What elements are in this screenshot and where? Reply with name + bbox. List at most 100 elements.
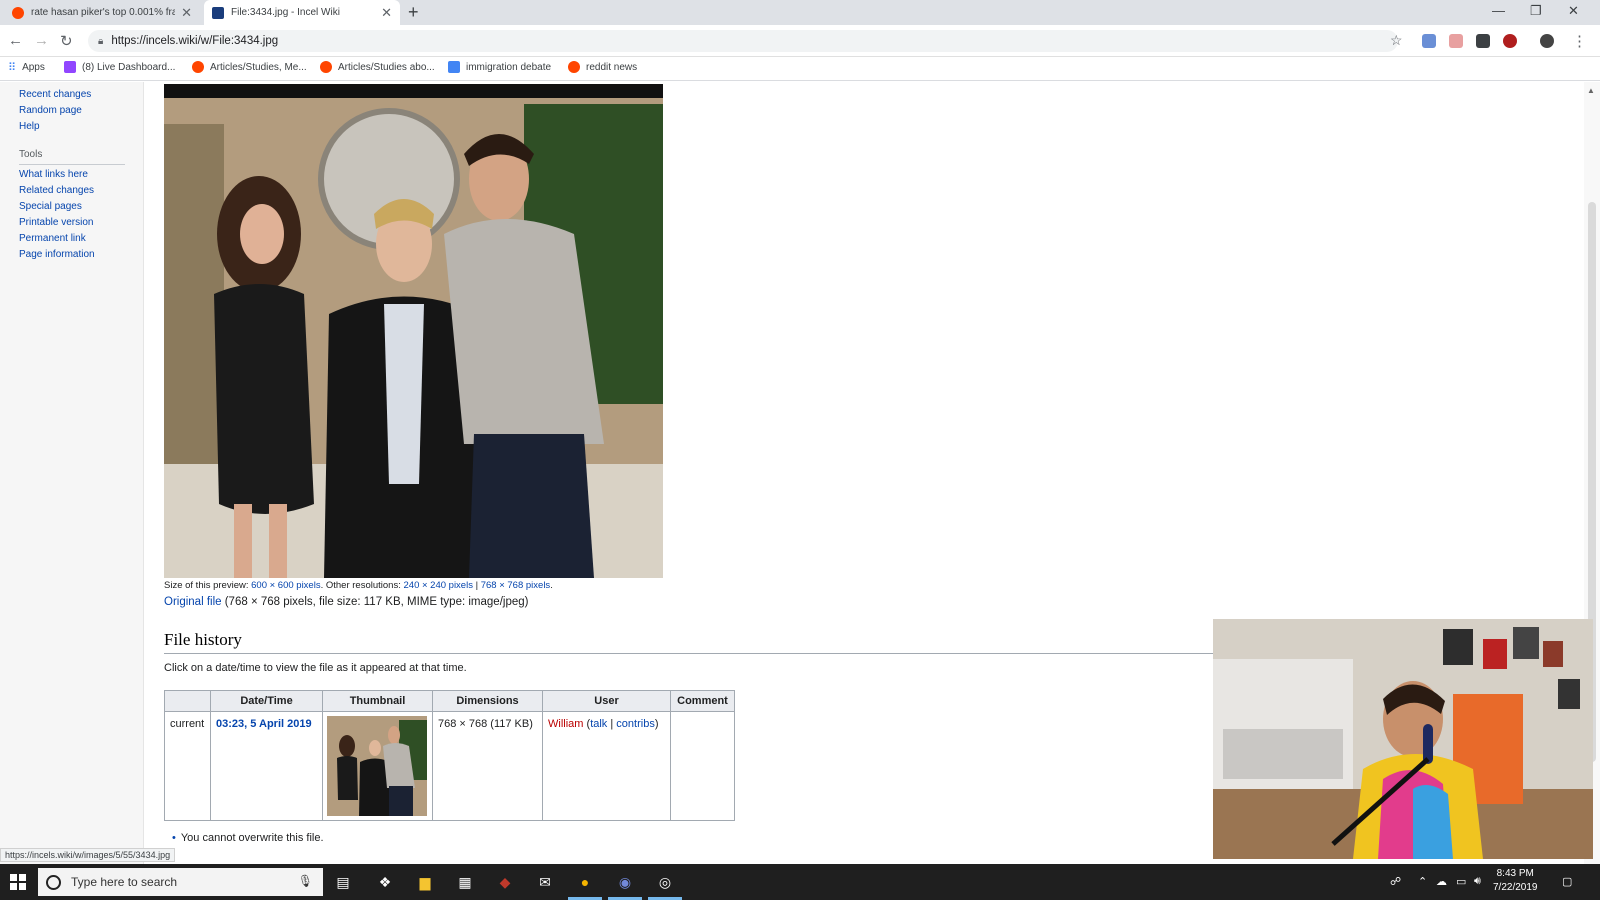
browser-toolbar: ← → ↻ 🔒︎ https://incels.wiki/w/File:3434… [0, 25, 1600, 57]
address-bar[interactable]: 🔒︎ https://incels.wiki/w/File:3434.jpg [88, 30, 1398, 52]
volume-icon[interactable]: 🔊︎ [1474, 875, 1481, 888]
window-close-icon[interactable]: ✕ [1568, 3, 1579, 19]
store-icon[interactable]: ▦ [455, 872, 475, 892]
preview-size-link[interactable]: 600 × 600 pixels [251, 580, 320, 591]
user-contribs-link[interactable]: contribs [616, 718, 655, 730]
link-hover-status: https://incels.wiki/w/images/5/55/3434.j… [0, 848, 176, 862]
new-tab-icon[interactable]: + [408, 2, 419, 23]
sidebar-recent-changes[interactable]: Recent changes [19, 89, 91, 100]
scroll-up-arrow-icon[interactable]: ▲ [1587, 86, 1595, 95]
bookmarks-bar: ⠿ Apps (8) Live Dashboard... Articles/St… [0, 57, 1600, 81]
column-header [164, 690, 211, 712]
divider [164, 653, 1214, 654]
app-icon[interactable]: ◆ [495, 872, 515, 892]
docs-icon [448, 61, 460, 73]
clock-time: 8:43 PM [1496, 868, 1534, 879]
overwrite-note: • You cannot overwrite this file. [172, 832, 324, 844]
obs-icon[interactable]: ◎ [655, 872, 675, 892]
cortana-icon [46, 874, 61, 890]
original-file-line: Original file (768 × 768 pixels, file si… [164, 596, 529, 608]
profile-avatar-icon[interactable] [1540, 34, 1554, 48]
bookmark-apps[interactable]: ⠿ Apps [8, 61, 45, 74]
tab-title: rate hasan piker's top 0.001% fra [31, 7, 176, 18]
search-placeholder: Type here to search [71, 875, 178, 889]
preview-size-line: Size of this preview: 600 × 600 pixels. … [164, 580, 553, 591]
file-history-table: Date/Time Thumbnail Dimensions User Comm… [164, 690, 735, 821]
menu-kebab-icon[interactable]: ⋮ [1572, 32, 1587, 50]
bookmark-articles-studies-1[interactable]: Articles/Studies, Me... [192, 61, 307, 73]
discord-icon[interactable]: ◉ [615, 872, 635, 892]
divider [19, 164, 125, 165]
sidebar-page-information[interactable]: Page information [19, 249, 95, 260]
reddit-icon [568, 61, 580, 73]
bookmark-reddit-news[interactable]: reddit news [568, 61, 637, 73]
minimize-icon[interactable]: — [1492, 3, 1505, 18]
bookmark-immigration-debate[interactable]: immigration debate [448, 61, 551, 73]
sidebar-random-page[interactable]: Random page [19, 105, 82, 116]
sidebar-printable-version[interactable]: Printable version [19, 217, 93, 228]
resolution-240-link[interactable]: 240 × 240 pixels [404, 580, 473, 591]
reddit-icon [12, 6, 24, 19]
ublock-icon[interactable] [1503, 34, 1517, 48]
resolution-768-link[interactable]: 768 × 768 pixels [481, 580, 550, 591]
onedrive-icon[interactable]: ☁ [1436, 875, 1447, 888]
row-comment [670, 711, 735, 821]
bookmark-live-dashboard[interactable]: (8) Live Dashboard... [64, 61, 175, 73]
reddit-icon [320, 61, 332, 73]
system-clock[interactable]: 8:43 PM 7/22/2019 [1493, 867, 1538, 895]
extension-icon[interactable] [1449, 34, 1463, 48]
file-preview-image[interactable] [164, 84, 663, 578]
tray-chevron-icon[interactable]: ⌃ [1418, 875, 1427, 888]
tab-incel-wiki[interactable]: File:3434.jpg - Incel Wiki ✕ [204, 0, 400, 25]
bullet-icon: • [172, 832, 176, 844]
apps-grid-icon: ⠿ [8, 62, 17, 74]
windows-taskbar: Type here to search 🎙︎ ▤ ❖ ▆ ▦ ◆ ✉ ● ◉ ◎… [0, 864, 1600, 900]
tab-title: File:3434.jpg - Incel Wiki [231, 7, 340, 18]
user-link[interactable]: William [548, 718, 583, 730]
sidebar-permanent-link[interactable]: Permanent link [19, 233, 86, 244]
webcam-illustration [1213, 619, 1593, 859]
column-header-comment: Comment [670, 690, 735, 712]
task-view-icon[interactable]: ▤ [333, 872, 353, 892]
bookmark-articles-studies-2[interactable]: Articles/Studies abo... [320, 61, 435, 73]
restore-icon[interactable]: ❐ [1530, 3, 1542, 19]
thumbnail-illustration [327, 716, 427, 816]
dropbox-icon[interactable]: ❖ [375, 872, 395, 892]
chrome-icon[interactable]: ● [575, 872, 595, 892]
column-header-thumbnail: Thumbnail [322, 690, 433, 712]
original-file-link[interactable]: Original file [164, 596, 222, 608]
people-icon[interactable]: ☍ [1390, 875, 1401, 888]
table-header-row: Date/Time Thumbnail Dimensions User Comm… [164, 690, 735, 712]
sidebar-related-changes[interactable]: Related changes [19, 185, 94, 196]
microphone-icon[interactable]: 🎙︎ [298, 874, 313, 888]
taskbar-search-box[interactable]: Type here to search 🎙︎ [38, 868, 323, 896]
thumbnail-image[interactable] [327, 716, 427, 816]
mail-icon[interactable]: ✉ [535, 872, 555, 892]
row-dimensions: 768 × 768 (117 KB) [432, 711, 543, 821]
notifications-icon[interactable]: ▢ [1562, 875, 1572, 888]
sidebar-help[interactable]: Help [19, 121, 40, 132]
datetime-link[interactable]: 03:23, 5 April 2019 [216, 718, 312, 730]
windows-start-icon[interactable] [10, 874, 26, 890]
user-talk-link[interactable]: talk [590, 718, 607, 730]
row-status: current [164, 711, 211, 821]
close-icon[interactable]: ✕ [181, 5, 192, 21]
column-header-datetime: Date/Time [210, 690, 323, 712]
back-icon[interactable]: ← [8, 32, 23, 49]
column-header-user: User [542, 690, 671, 712]
forward-icon[interactable]: → [34, 32, 49, 49]
network-icon[interactable]: ▭ [1456, 875, 1466, 888]
browser-tabstrip: rate hasan piker's top 0.001% fra ✕ File… [0, 0, 1600, 25]
file-history-heading: File history [164, 630, 242, 649]
reload-icon[interactable]: ↻ [60, 32, 73, 50]
reddit-icon [192, 61, 204, 73]
close-icon[interactable]: ✕ [381, 5, 392, 21]
extension-icon[interactable] [1476, 34, 1490, 48]
tab-reddit[interactable]: rate hasan piker's top 0.001% fra ✕ [4, 0, 200, 25]
extension-icon[interactable] [1422, 34, 1436, 48]
sidebar-what-links-here[interactable]: What links here [19, 169, 88, 180]
file-explorer-icon[interactable]: ▆ [415, 872, 435, 892]
photo-illustration [164, 84, 663, 578]
bookmark-star-icon[interactable]: ☆ [1390, 32, 1403, 49]
sidebar-special-pages[interactable]: Special pages [19, 201, 82, 212]
